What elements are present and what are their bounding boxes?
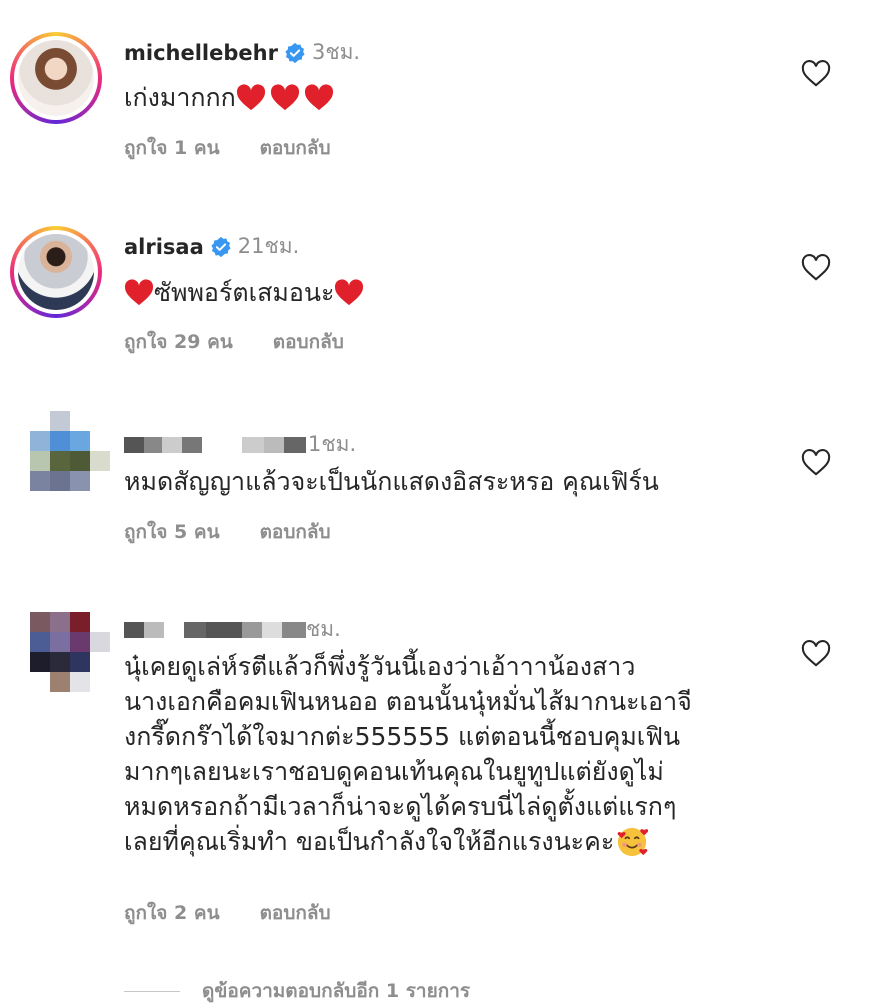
- avatar-pixelated[interactable]: [30, 411, 110, 491]
- like-count[interactable]: ถูกใจ 29 คน: [124, 327, 233, 357]
- like-count[interactable]: ถูกใจ 2 คน: [124, 898, 220, 928]
- comment-line: นุ๋เคยดูเล่ห์รตีแล้วก็พึ่งรู้วันนี้เองว่…: [124, 652, 636, 681]
- reply-button[interactable]: ตอบกลับ: [260, 898, 331, 928]
- username-redacted: [124, 436, 306, 453]
- red-heart-emoji: [236, 83, 265, 110]
- avatar-photo: [18, 40, 94, 116]
- comment-line: เลยที่คุณเริ่มทำ ขอเป็นกำลังใจให้อีกแรงน…: [124, 827, 615, 856]
- comment-line: งกรี๊ดกร๊าได้ใจมากต่ะ555555 แต่ตอนนี้ชอบ…: [124, 722, 681, 751]
- comment-time: 1ชม.: [308, 432, 357, 456]
- reply-button[interactable]: ตอบกลับ: [260, 133, 331, 163]
- divider-line: [124, 990, 180, 992]
- comment-time: ชม.: [306, 617, 341, 641]
- heart-outline-icon[interactable]: [801, 640, 831, 668]
- username-redacted: [124, 621, 306, 638]
- heart-outline-icon[interactable]: [801, 449, 831, 477]
- reply-button[interactable]: ตอบกลับ: [260, 517, 331, 547]
- verified-badge-icon: [285, 42, 305, 63]
- red-heart-emoji: [270, 83, 299, 110]
- comment-time: 21ชม.: [237, 234, 300, 258]
- avatar-photo: [18, 234, 94, 310]
- comment-text: เก่งมากกก: [124, 83, 236, 112]
- comment-line: มากๆเลยนะเราชอบดูคอนเท้นคุณในยูทูปแต่ยัง…: [124, 757, 664, 786]
- comment-line: นางเอกคือคมเฟินหนออ ตอนนั้นนุ๋หมั่นไส้มา…: [124, 687, 692, 716]
- comment-line: หมดหรอกถ้ามีเวลาก็น่าจะดูได้ครบนี่ไล่ดูต…: [124, 792, 677, 821]
- verified-badge-icon: [211, 236, 231, 257]
- avatar-michellebehr[interactable]: [10, 32, 102, 124]
- avatar-pixelated[interactable]: [30, 612, 110, 692]
- heart-outline-icon[interactable]: [801, 254, 831, 282]
- red-heart-emoji: [304, 83, 333, 110]
- like-count[interactable]: ถูกใจ 1 คน: [124, 133, 220, 163]
- red-heart-emoji: [124, 278, 154, 305]
- red-heart-emoji: [335, 278, 364, 305]
- comment-text: นุ๋เคยดูเล่ห์รตีแล้วก็พึ่งรู้วันนี้เองว่…: [124, 649, 784, 859]
- comment-text: หมดสัญญาแล้วจะเป็นนักแสดงอิสระหรอ คุณเฟิ…: [124, 467, 659, 496]
- like-count[interactable]: ถูกใจ 5 คน: [124, 517, 220, 547]
- smiling-face-with-hearts-emoji: [617, 827, 649, 856]
- username[interactable]: michellebehr: [124, 41, 278, 65]
- heart-outline-icon[interactable]: [801, 60, 831, 88]
- comment-text: ซัพพอร์ตเสมอนะ: [154, 278, 335, 307]
- avatar-alrisaa[interactable]: [10, 226, 102, 318]
- username[interactable]: alrisaa: [124, 235, 204, 259]
- reply-button[interactable]: ตอบกลับ: [273, 327, 344, 357]
- comment-time: 3ชม.: [311, 40, 361, 64]
